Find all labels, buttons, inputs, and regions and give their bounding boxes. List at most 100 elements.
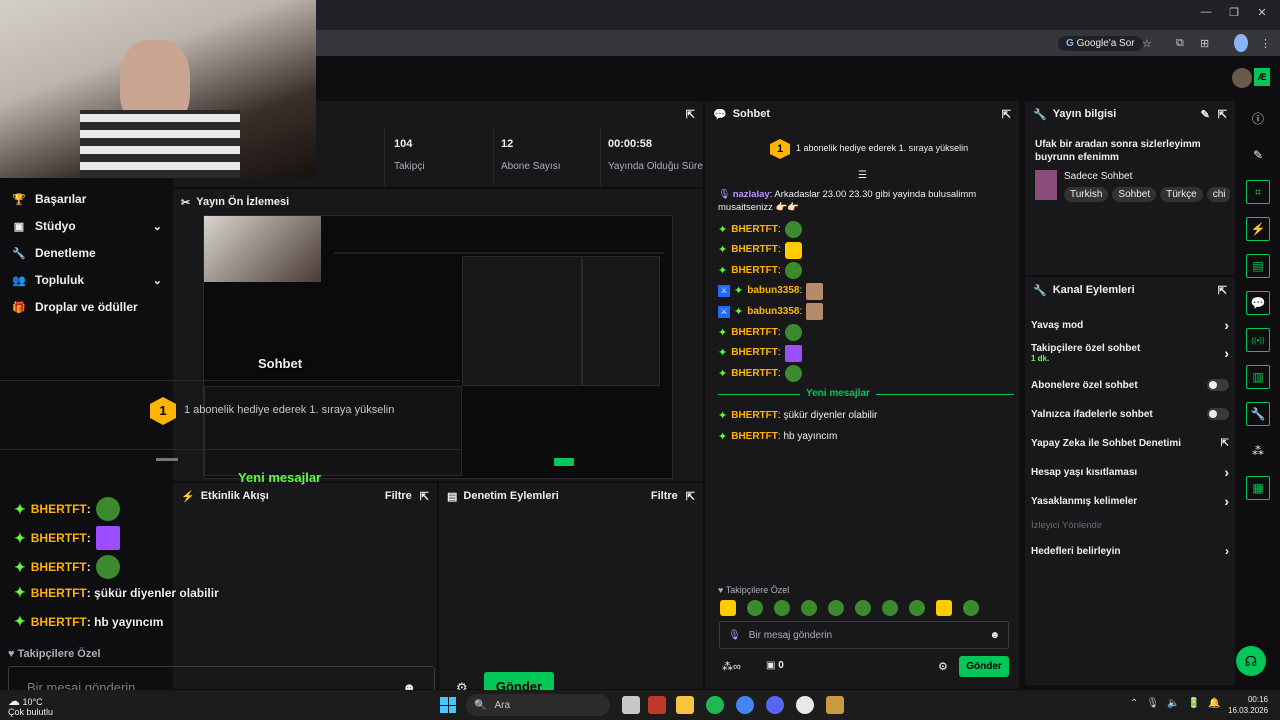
headset-icon[interactable]: ☊ [1236, 646, 1266, 676]
extension-icon[interactable]: ⧉ [1176, 34, 1184, 52]
start-icon[interactable] [440, 697, 456, 713]
stream-tag[interactable]: Türkçe [1160, 187, 1203, 202]
chat-username[interactable]: BHERTFT [731, 223, 778, 237]
google-ask-button[interactable]: G Google'a Sor [1058, 34, 1143, 52]
bars-emote-icon[interactable] [95, 526, 120, 550]
ext-badge-icon[interactable]: Æ [1254, 68, 1270, 86]
task-view-icon[interactable] [622, 696, 640, 714]
pepe-emote-icon[interactable] [784, 324, 802, 341]
stream-tag[interactable]: Turkish [1064, 187, 1109, 202]
stream-tag[interactable]: chi [1206, 187, 1230, 202]
bars-emote-icon[interactable] [784, 344, 802, 362]
extension-icon[interactable]: ▦ [1246, 476, 1270, 500]
channel-action-row[interactable]: Abonelere özel sohbet [1031, 376, 1229, 394]
game-icon[interactable] [826, 696, 844, 714]
chat-settings-icon[interactable]: ⚙ [938, 660, 948, 673]
channel-action-row[interactable]: Takipçilere özel sohbet 1 dk. › [1031, 343, 1229, 363]
emote-picker-icon[interactable] [963, 600, 979, 616]
chat-username[interactable]: BHERTFT [731, 367, 778, 381]
sidebar-item-1[interactable]: ▣ Stüdyo ⌄ [12, 217, 162, 235]
avatar[interactable] [1232, 68, 1252, 88]
sidebar-item-2[interactable]: 🔧 Denetleme [12, 244, 162, 262]
channel-action-row[interactable]: Yavaş mod › [1031, 316, 1229, 334]
maximize-icon[interactable]: ❐ [1224, 6, 1244, 24]
chat-bubble-icon[interactable]: 💬 [1246, 291, 1270, 315]
weather-widget[interactable]: ☁ 10°C Çok bulutlu [8, 695, 53, 717]
chat-username[interactable]: BHERTFT [31, 531, 87, 545]
close-icon[interactable]: ✕ [1252, 6, 1272, 24]
minimize-icon[interactable]: — [1196, 6, 1216, 24]
chat-username[interactable]: BHERTFT [31, 586, 87, 600]
discord-icon[interactable] [766, 696, 784, 714]
channel-action-row[interactable]: Yasaklanmış kelimeler › [1031, 492, 1229, 510]
emote-picker-icon[interactable] [747, 600, 763, 616]
chat-send-button[interactable]: Gönder [959, 656, 1009, 677]
set-goals-row[interactable]: Hedefleri belirleyin › [1031, 542, 1229, 560]
collapse-icon[interactable]: ☰ [858, 170, 867, 181]
emote-picker-icon[interactable] [720, 600, 736, 616]
pencil-icon[interactable]: ✎ [1246, 143, 1270, 167]
chrome-icon[interactable] [736, 696, 754, 714]
popout-icon[interactable]: ⇱ [1218, 284, 1227, 297]
crop-icon[interactable]: ⌗ [1246, 180, 1270, 204]
spotify-icon[interactable] [706, 696, 724, 714]
category-thumbnail[interactable] [1035, 170, 1057, 200]
category-name[interactable]: Sadece Sohbet [1064, 171, 1132, 182]
pepe-emote-icon[interactable] [784, 262, 802, 280]
chat-username[interactable]: BHERTFT [731, 243, 778, 257]
file-explorer-icon[interactable] [676, 696, 694, 714]
points-display[interactable]: ▣ 0 [766, 660, 784, 671]
emote-picker-icon[interactable] [936, 600, 952, 616]
channel-action-row[interactable]: Yapay Zeka ile Sohbet Denetimi ⇱ [1031, 434, 1229, 452]
emote-picker-icon[interactable] [909, 600, 925, 616]
chat-username[interactable]: BHERTFT [731, 326, 778, 340]
popout-icon[interactable]: ⇱ [686, 490, 695, 503]
chat-username[interactable]: BHERTFT [31, 560, 87, 574]
emote-picker-icon[interactable] [801, 600, 817, 616]
info-icon[interactable]: ⓘ [1246, 106, 1270, 130]
chat-username[interactable]: BHERTFT [731, 430, 778, 444]
emoji-icon[interactable]: ☻ [989, 630, 1000, 641]
channel-points-icon[interactable]: ⁂∞ [722, 660, 741, 673]
popout-icon[interactable]: ⇱ [420, 490, 429, 503]
sidebar-item-3[interactable]: 👥 Topluluk ⌄ [12, 271, 162, 289]
dog-emote-icon[interactable] [806, 303, 824, 321]
moderation-filter-button[interactable]: Filtre [651, 490, 678, 502]
edit-icon[interactable]: ✎ [1201, 108, 1210, 121]
sidebar-item-0[interactable]: 🏆 Başarılar [12, 190, 162, 208]
chat-username[interactable]: babun3358 [747, 305, 799, 319]
pepe-emote-icon[interactable] [95, 497, 120, 521]
pepe-emote-icon[interactable] [784, 221, 802, 238]
app-p-icon[interactable] [648, 696, 666, 714]
star-icon[interactable]: ☆ [1142, 34, 1152, 52]
chat-username[interactable]: BHERTFT [731, 346, 778, 360]
chat-username[interactable]: BHERTFT [731, 264, 778, 278]
activity-filter-button[interactable]: Filtre [385, 490, 412, 502]
sidebar-item-4[interactable]: 🎁 Droplar ve ödüller [12, 298, 162, 316]
channel-action-row[interactable]: Yalnızca ifadelerle sohbet [1031, 405, 1229, 423]
tray-icons[interactable]: ⌃🎙🔈🔋🔔 [1130, 698, 1228, 709]
pepe-emote-icon[interactable] [784, 365, 802, 383]
taskbar-search[interactable]: 🔍 Ara [466, 694, 610, 716]
profile-avatar[interactable] [1234, 34, 1248, 52]
emote-picker-icon[interactable] [774, 600, 790, 616]
dog-emote-icon[interactable] [806, 282, 824, 300]
lightning-icon[interactable]: ⚡ [1246, 217, 1270, 241]
clock[interactable]: 00:16 16.03.2026 [1228, 694, 1268, 716]
pepe-emote-icon[interactable] [95, 555, 120, 579]
wrench-icon[interactable]: 🔧 [1246, 402, 1270, 426]
broadcast-icon[interactable]: ((•)) [1246, 328, 1270, 352]
menu-icon[interactable]: ⋮ [1260, 34, 1271, 52]
dots-icon[interactable]: ⁂ [1246, 439, 1270, 463]
channel-action-row[interactable]: Hesap yaşı kısıtlaması › [1031, 463, 1229, 481]
chat-input[interactable]: 🎙 Bir mesaj gönderin ☻ [719, 621, 1009, 649]
popout-icon[interactable]: ⇱ [686, 108, 695, 121]
emote-picker-icon[interactable] [882, 600, 898, 616]
popout-icon[interactable]: ⇱ [1002, 108, 1011, 121]
layout-icon[interactable]: ▥ [1246, 365, 1270, 389]
stream-tag[interactable]: Sohbet [1112, 187, 1157, 202]
toggle-switch[interactable] [1207, 408, 1229, 420]
cat-emote-icon[interactable] [784, 241, 802, 259]
steam-icon[interactable] [796, 696, 814, 714]
chat-username[interactable]: nazlalay [733, 189, 770, 200]
